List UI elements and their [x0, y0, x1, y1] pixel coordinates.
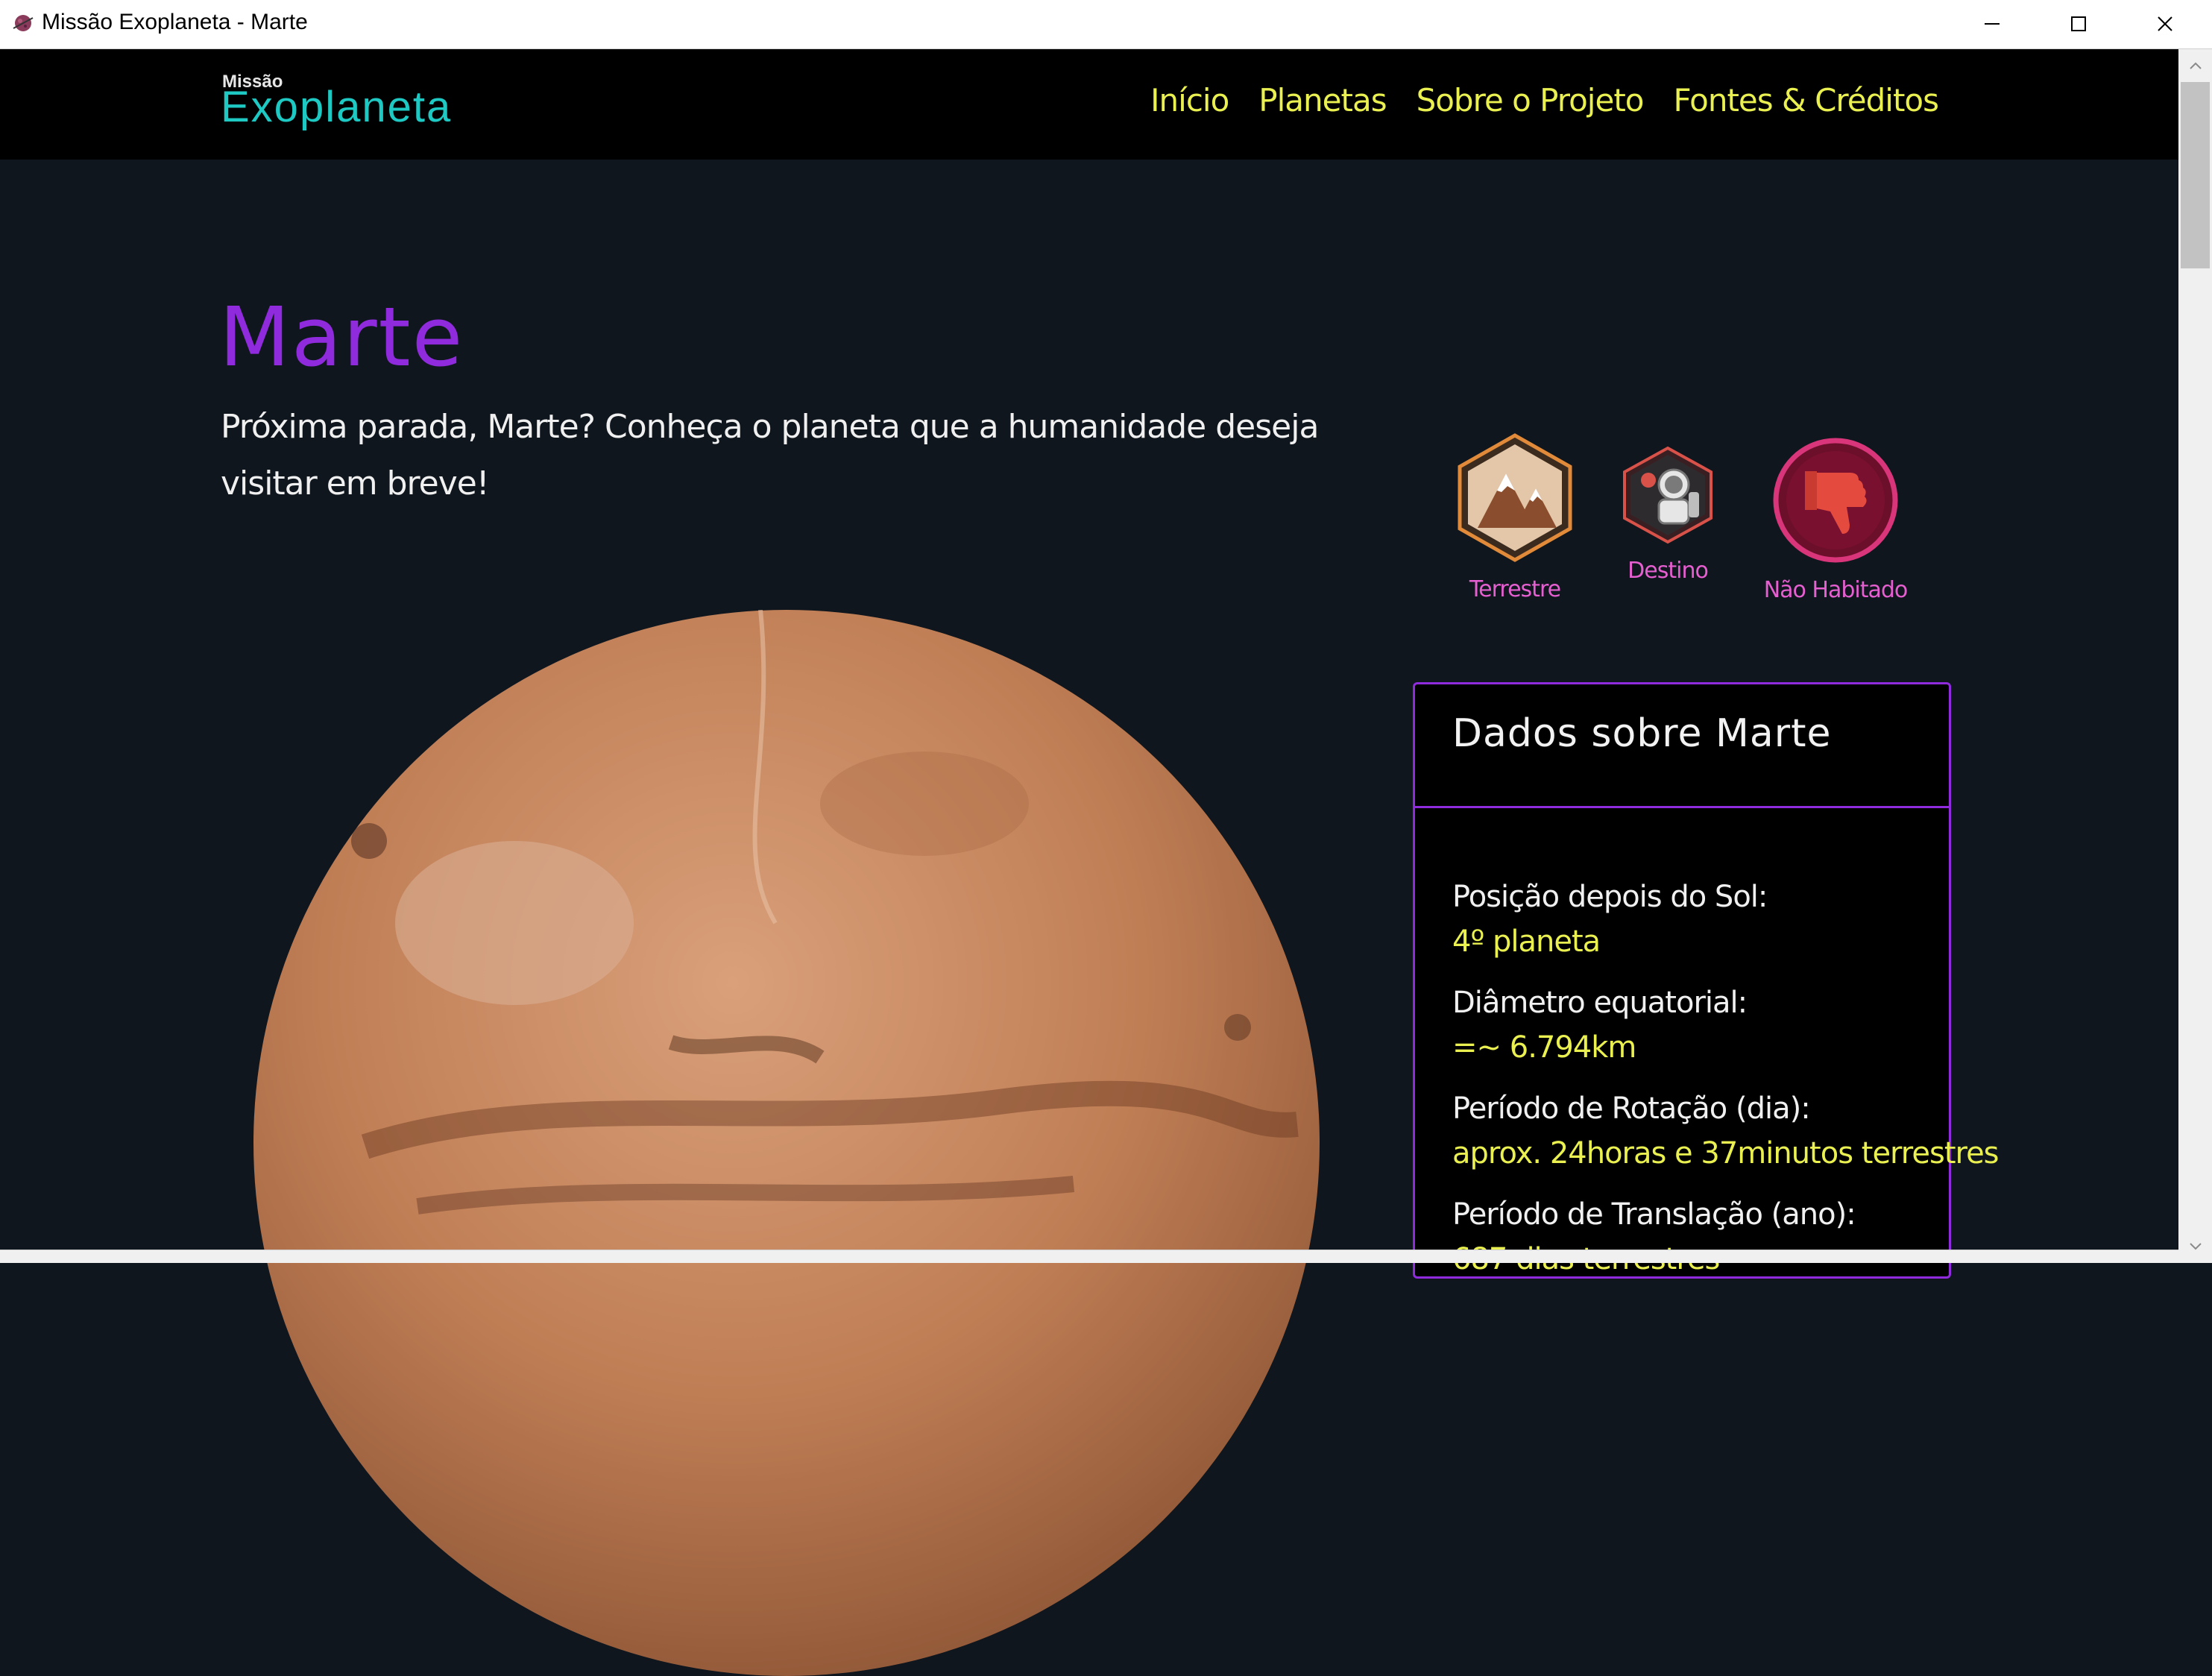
intro-text: Próxima parada, Marte? Conheça o planeta… [221, 408, 1319, 503]
nav-link-inicio[interactable]: Início [1150, 82, 1229, 119]
window-title: Missão Exoplaneta - Marte [42, 10, 308, 34]
badge-label: Destino [1628, 558, 1709, 584]
vertical-scrollbar[interactable] [2178, 49, 2212, 1263]
chevron-down-icon [2189, 1243, 2202, 1250]
fact-label: Diâmetro equatorial: [1452, 986, 1748, 1020]
fact-label: Período de Rotação (dia): [1452, 1091, 1811, 1126]
minimize-button[interactable] [1949, 0, 2035, 48]
maximize-icon [2071, 16, 2086, 31]
fact-item: Diâmetro equatorial: =~ 6.794km [1452, 980, 1944, 1070]
logo-main-text: Exoplaneta [221, 83, 453, 131]
fact-label: Período de Translação (ano): [1452, 1197, 1856, 1232]
maximize-button[interactable] [2035, 0, 2122, 48]
scroll-up-button[interactable] [2178, 49, 2212, 82]
fact-value: 4º planeta [1452, 924, 1601, 959]
nav-link-planetas[interactable]: Planetas [1258, 82, 1387, 119]
fact-item: Período de Translação (ano): 687 dias te… [1452, 1192, 1944, 1282]
window-bottom-edge [0, 1250, 2178, 1263]
nav-link-sobre[interactable]: Sobre o Projeto [1417, 82, 1645, 119]
badge-destino: Destino [1586, 446, 1750, 584]
badge-label: Terrestre [1469, 576, 1561, 602]
nav-link-fontes[interactable]: Fontes & Créditos [1673, 82, 1939, 119]
badge-nao-habitado: Não Habitado [1753, 437, 1918, 603]
thumbs-down-icon [1773, 438, 1898, 563]
minimize-icon [1985, 23, 2000, 25]
mountains-hexagon-icon [1458, 433, 1572, 562]
window-titlebar: Missão Exoplaneta - Marte [0, 0, 2212, 49]
badge-terrestre: Terrestre [1433, 432, 1597, 602]
mars-planet-image [253, 610, 1320, 1676]
close-icon [2158, 16, 2172, 31]
data-card: Dados sobre Marte Posição depois do Sol:… [1413, 682, 2000, 1279]
scrollbar-thumb[interactable] [2181, 82, 2210, 268]
main-nav: Início Planetas Sobre o Projeto Fontes &… [1150, 82, 1939, 119]
fact-value: aprox. 24horas e 37minutos terrestres [1452, 1136, 2000, 1171]
astronaut-hexagon-icon [1623, 446, 1712, 544]
page-title: Marte [219, 289, 464, 385]
badge-label: Não Habitado [1763, 577, 1909, 603]
card-header: Dados sobre Marte [1415, 684, 1949, 808]
fact-label: Posição depois do Sol: [1452, 880, 1768, 914]
scroll-down-button[interactable] [2178, 1230, 2212, 1263]
chevron-up-icon [2189, 62, 2202, 69]
card-title: Dados sobre Marte [1452, 711, 1832, 756]
fact-item: Posição depois do Sol: 4º planeta [1452, 875, 1944, 964]
site-logo[interactable]: Missão Exoplaneta [221, 72, 467, 146]
app-planet-icon [13, 15, 34, 31]
fact-value: =~ 6.794km [1452, 1030, 1636, 1065]
close-button[interactable] [2122, 0, 2208, 48]
site-navbar: Missão Exoplaneta Início Planetas Sobre … [0, 49, 2178, 160]
card-body: Posição depois do Sol: 4º planeta Diâmet… [1452, 875, 2000, 1298]
fact-item: Período de Rotação (dia): aprox. 24horas… [1452, 1086, 2000, 1176]
